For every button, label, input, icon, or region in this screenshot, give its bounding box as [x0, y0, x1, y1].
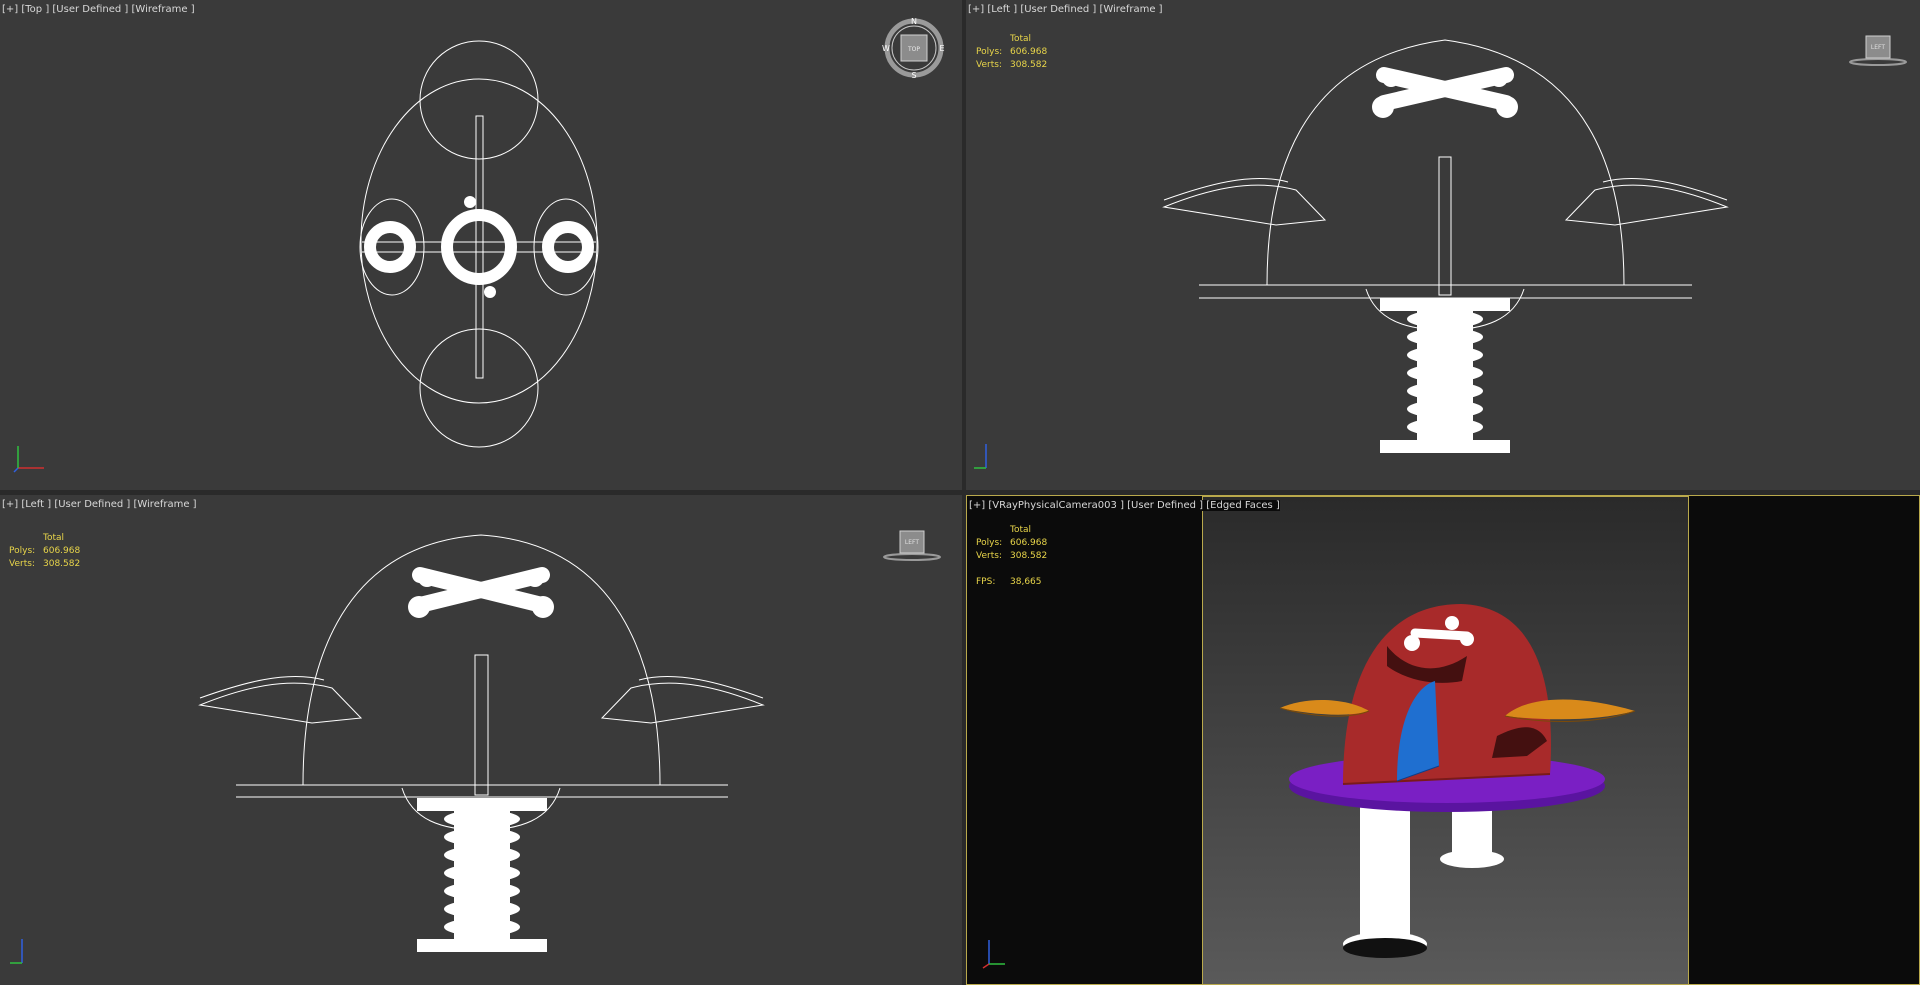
viewport-label[interactable]: [+] [Top ] [User Defined ] [Wireframe ] [2, 4, 195, 15]
top-wireframe [359, 40, 599, 448]
svg-text:LEFT: LEFT [1871, 44, 1885, 51]
spring-coil [1407, 364, 1483, 382]
viewport-left-top[interactable]: [+] [Left ] [User Defined ] [Wireframe ]… [966, 0, 1920, 490]
verts-label: Verts: [9, 559, 35, 569]
verts-label: Verts: [976, 551, 1002, 561]
polys-label: Polys: [976, 47, 1003, 57]
stats-total-label: Total [1010, 34, 1032, 44]
spring-coil [444, 810, 520, 828]
svg-text:TOP: TOP [907, 46, 920, 53]
viewport-camera[interactable]: [+] [VRayPhysicalCamera003 ] [User Defin… [966, 495, 1920, 985]
viewcube-icon[interactable]: LEFT [1846, 30, 1910, 70]
polys-value: 606.968 [1010, 538, 1048, 548]
polys-value: 606.968 [1010, 47, 1048, 57]
axis-tripod-icon [10, 939, 23, 964]
viewport-top[interactable]: [+] [Top ] [User Defined ] [Wireframe ] … [0, 0, 962, 490]
verts-value: 308.582 [43, 559, 81, 569]
svg-text:S: S [911, 71, 916, 80]
svg-text:N: N [911, 17, 917, 26]
viewport-label[interactable]: [+] [Left ] [User Defined ] [Wireframe ] [968, 4, 1163, 15]
spring-coil [1407, 346, 1483, 364]
fps-value: 38,665 [1010, 577, 1042, 587]
verts-label: Verts: [976, 60, 1002, 70]
axis-tripod-icon [982, 940, 1005, 969]
verts-value: 308.582 [1010, 60, 1048, 70]
spring-coil [1407, 400, 1483, 418]
stats-panel: Total Polys: 606.968 Verts: 308.582 FPS: 38… [976, 524, 1096, 589]
viewport-divider-horizontal[interactable] [0, 490, 1920, 495]
spring-coil [444, 900, 520, 918]
svg-text:W: W [882, 44, 890, 53]
stats-panel: Total Polys: 606.968 Verts: 308.582 [9, 532, 129, 571]
viewport-left-bottom[interactable]: [+] [Left ] [User Defined ] [Wireframe ]… [0, 495, 962, 985]
viewcube-icon[interactable]: LEFT [880, 525, 944, 565]
spring-coil [444, 882, 520, 900]
spring-coil [444, 918, 520, 936]
spring-coil [1407, 382, 1483, 400]
camera-render [1202, 496, 1689, 984]
viewport-label[interactable]: [+] [Left ] [User Defined ] [Wireframe ] [2, 499, 197, 510]
svg-text:E: E [939, 44, 944, 53]
viewport-label[interactable]: [+] [VRayPhysicalCamera003 ] [User Defin… [969, 500, 1280, 511]
stats-total-label: Total [1010, 525, 1032, 535]
axis-tripod-icon [974, 444, 987, 469]
spring-coil [444, 828, 520, 846]
spring-coil [444, 846, 520, 864]
spring-coil [1407, 328, 1483, 346]
svg-text:LEFT: LEFT [905, 539, 919, 546]
axis-tripod-icon [13, 446, 44, 473]
spring-coil [444, 864, 520, 882]
viewcube-compass-icon[interactable]: TOP N S E W [882, 16, 946, 80]
polys-label: Polys: [9, 546, 36, 556]
polys-value: 606.968 [43, 546, 81, 556]
fps-label: FPS: [976, 577, 996, 587]
stats-panel: Total Polys: 606.968 Verts: 308.582 [976, 33, 1096, 72]
polys-label: Polys: [976, 538, 1003, 548]
spring-coil [1407, 310, 1483, 328]
verts-value: 308.582 [1010, 551, 1048, 561]
stats-total-label: Total [43, 533, 65, 543]
left-wireframe-top [1162, 39, 1729, 453]
left-wireframe-bottom [198, 534, 765, 952]
spring-coil [1407, 418, 1483, 436]
